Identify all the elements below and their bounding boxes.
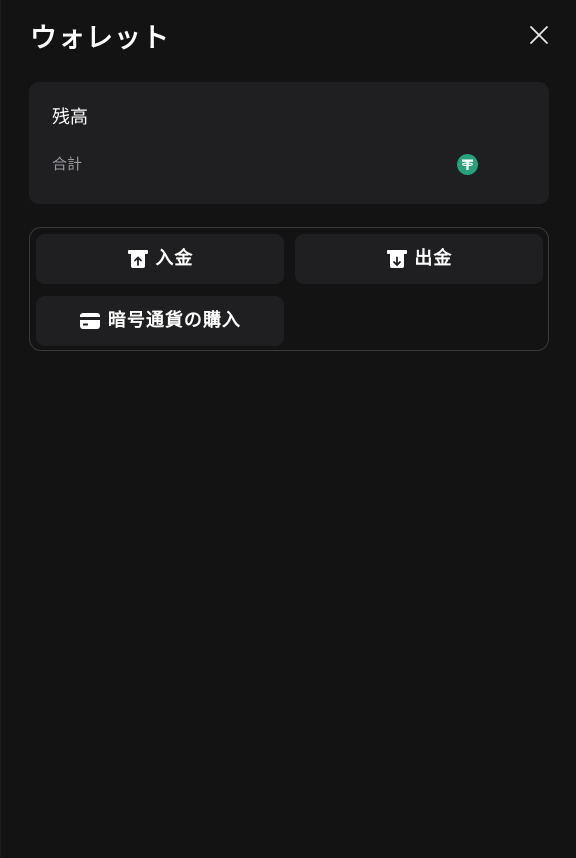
close-icon (530, 26, 548, 44)
balance-card: 残高 合計 (29, 82, 549, 204)
page-title: ウォレット (30, 23, 170, 54)
withdraw-label: 出金 (414, 248, 453, 269)
buy-crypto-button[interactable]: 暗号通貨の購入 (36, 296, 284, 346)
deposit-button[interactable]: 入金 (36, 234, 284, 284)
close-button[interactable] (528, 24, 550, 46)
deposit-icon (127, 248, 149, 270)
balance-title: 残高 (52, 107, 88, 128)
deposit-label: 入金 (155, 248, 194, 269)
withdraw-icon (386, 248, 408, 270)
wallet-header: ウォレット (30, 20, 550, 60)
buy-crypto-label: 暗号通貨の購入 (108, 310, 241, 331)
wallet-panel: ウォレット 残高 合計 入金 出金 暗号通貨の購入 (0, 0, 576, 858)
withdraw-button[interactable]: 出金 (295, 234, 543, 284)
wallet-actions: 入金 出金 暗号通貨の購入 (29, 227, 549, 351)
tether-icon (457, 154, 478, 175)
total-label: 合計 (52, 155, 83, 173)
credit-card-icon (79, 310, 101, 332)
